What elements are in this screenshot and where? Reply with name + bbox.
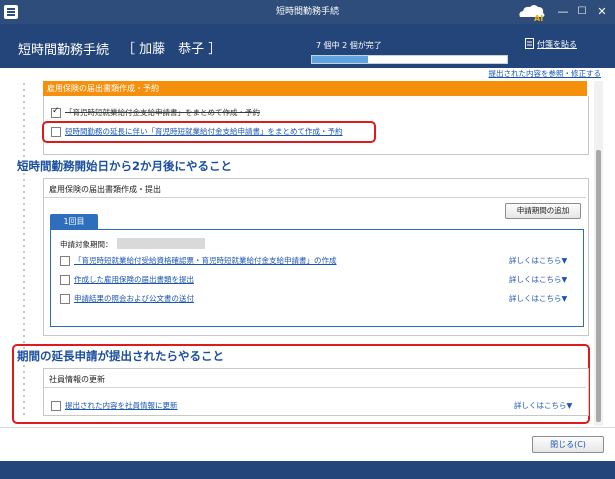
progress-text: 7 個中 2 個が完了 bbox=[316, 41, 382, 50]
details-link[interactable]: 詳しくはこちら▼ bbox=[514, 400, 572, 411]
panel-title: 社員情報の更新 bbox=[49, 375, 105, 384]
divider bbox=[44, 197, 586, 198]
maximize-button[interactable]: ☐ bbox=[574, 3, 590, 20]
close-button[interactable]: 閉じる(C) bbox=[532, 436, 604, 453]
task-checkbox[interactable] bbox=[51, 127, 61, 137]
progress-bar bbox=[311, 55, 508, 64]
add-period-button[interactable]: 申請期間の追加 bbox=[505, 203, 581, 219]
minimize-button[interactable]: — bbox=[555, 3, 571, 20]
panel-title: 雇用保険の届出書類作成・提出 bbox=[49, 185, 161, 194]
ai-logo-text: AI bbox=[534, 14, 543, 22]
section-header-employment-insurance: 雇用保険の届出書類作成・予約 bbox=[43, 81, 587, 96]
close-window-button[interactable]: ✕ bbox=[594, 3, 610, 20]
app-title: 短時間勤務手続 bbox=[18, 43, 110, 58]
period-label: 申請対象期間： bbox=[60, 240, 113, 249]
scrollbar-thumb[interactable] bbox=[596, 150, 601, 422]
divider bbox=[44, 387, 586, 388]
view-submitted-link[interactable]: 提出された内容を参照・修正する bbox=[489, 68, 602, 79]
details-link[interactable]: 詳しくはこちら▼ bbox=[509, 293, 567, 304]
app-header: 短時間勤務手続 ［ 加藤 恭子 ］ 7 個中 2 個が完了 付箋を貼る bbox=[0, 24, 615, 68]
bottom-bar bbox=[0, 461, 615, 479]
sticky-note-icon[interactable] bbox=[525, 38, 534, 49]
task-checkbox[interactable] bbox=[60, 275, 70, 285]
task-link[interactable]: 提出された内容を社員情報に更新 bbox=[65, 400, 178, 411]
task-checkbox[interactable] bbox=[60, 256, 70, 266]
section-heading: 短時間勤務開始日から2か月後にやること bbox=[17, 159, 232, 173]
task-checkbox[interactable] bbox=[51, 401, 61, 411]
section-heading: 期間の延長申請が提出されたらやること bbox=[17, 349, 224, 363]
footer-divider bbox=[0, 427, 615, 428]
section-title: 雇用保険の届出書類作成・予約 bbox=[47, 84, 159, 93]
ai-logo: AI bbox=[519, 5, 545, 22]
tab-round-1[interactable]: 1回目 bbox=[50, 214, 98, 229]
task-link-completed[interactable]: 「育児時短就業給付金支給申請書」をまとめて作成・予約 bbox=[65, 107, 260, 118]
employee-name: ［ 加藤 恭子 ］ bbox=[122, 42, 222, 57]
task-checkbox[interactable] bbox=[60, 294, 70, 304]
window-titlebar: 短時間勤務手続 AI — ☐ ✕ bbox=[0, 0, 615, 24]
task-link[interactable]: 「育児時短就業給付受給資格確認票・育児時短就業給付金支給申請書」の作成 bbox=[74, 255, 337, 266]
details-link[interactable]: 詳しくはこちら▼ bbox=[509, 255, 567, 266]
task-link[interactable]: 短時間勤務の延長に伴い「育児時短就業給付金支給申請書」をまとめて作成・予約 bbox=[65, 126, 343, 137]
details-link[interactable]: 詳しくはこちら▼ bbox=[509, 274, 567, 285]
task-checkbox[interactable] bbox=[51, 106, 61, 118]
sticky-note-link[interactable]: 付箋を貼る bbox=[537, 39, 577, 50]
task-link[interactable]: 申請結果の照会および公文書の送付 bbox=[74, 293, 194, 304]
task-link[interactable]: 作成した雇用保険の届出書類を提出 bbox=[74, 274, 194, 285]
period-value bbox=[117, 238, 205, 249]
progress-fill bbox=[312, 56, 368, 63]
